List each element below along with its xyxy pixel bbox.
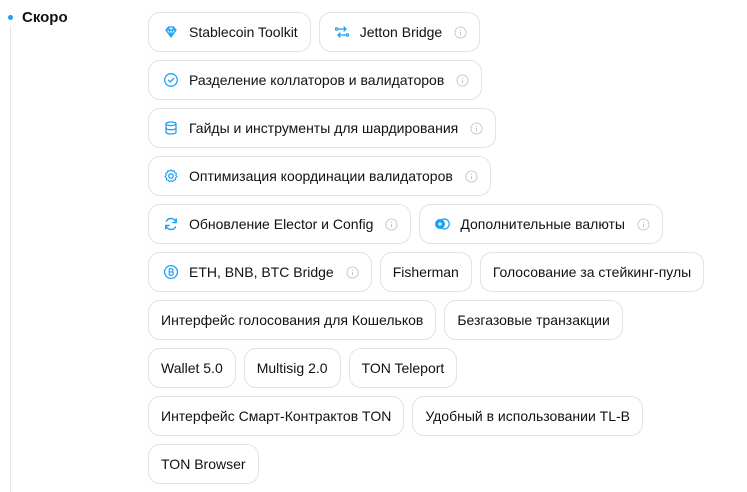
chip-row: Интерфейс Смарт-Контрактов TON Удобный в… — [148, 396, 743, 436]
chip-row: Гайды и инструменты для шардирования — [148, 108, 743, 148]
chip-label: Оптимизация координации валидаторов — [189, 168, 453, 184]
chip-wallet-voting-interface[interactable]: Интерфейс голосования для Кошельков — [148, 300, 437, 340]
chip-label: Wallet 5.0 — [161, 360, 223, 376]
chip-label: Обновление Elector и Config — [189, 216, 374, 232]
bridge-icon — [334, 24, 350, 40]
chip-elector-config[interactable]: Обновление Elector и Config — [148, 204, 412, 244]
info-icon[interactable] — [385, 217, 398, 231]
info-icon[interactable] — [454, 25, 467, 39]
chip-multisig-2[interactable]: Multisig 2.0 — [243, 348, 341, 388]
check-circle-icon — [163, 72, 179, 88]
chip-row: Обновление Elector и Config Дополнительн… — [148, 204, 743, 244]
chip-label: Дополнительные валюты — [460, 216, 625, 232]
chip-jetton-bridge[interactable]: Jetton Bridge — [318, 12, 481, 52]
chip-eth-bnb-btc-bridge[interactable]: ETH, BNB, BTC Bridge — [148, 252, 372, 292]
info-icon[interactable] — [456, 73, 469, 87]
info-icon[interactable] — [637, 217, 650, 231]
chip-label: Интерфейс Смарт-Контрактов TON — [161, 408, 392, 424]
chip-wallet-5[interactable]: Wallet 5.0 — [148, 348, 236, 388]
chip-label: Stablecoin Toolkit — [189, 24, 298, 40]
chip-fisherman[interactable]: Fisherman — [379, 252, 472, 292]
diamond-icon — [163, 24, 179, 40]
chip-label: Удобный в использовании TL-B — [425, 408, 630, 424]
gear-icon — [163, 168, 179, 184]
database-icon — [163, 120, 179, 136]
info-icon[interactable] — [346, 265, 359, 279]
refresh-icon — [163, 216, 179, 232]
chip-label: TON Teleport — [361, 360, 445, 376]
timeline-dot — [8, 15, 13, 20]
chip-row: TON Browser — [148, 444, 743, 484]
chip-collators[interactable]: Разделение коллаторов и валидаторов — [148, 60, 483, 100]
chip-label: ETH, BNB, BTC Bridge — [189, 264, 334, 280]
chip-row: Wallet 5.0 Multisig 2.0 TON Teleport — [148, 348, 743, 388]
chip-ton-browser[interactable]: TON Browser — [148, 444, 259, 484]
chip-label: Multisig 2.0 — [256, 360, 328, 376]
chip-label: TON Browser — [161, 456, 246, 472]
chip-gasless-transactions[interactable]: Безгазовые транзакции — [444, 300, 623, 340]
chip-label: Fisherman — [392, 264, 459, 280]
chip-row: ETH, BNB, BTC Bridge Fisherman Голосован… — [148, 252, 743, 292]
chip-label: Безгазовые транзакции — [457, 312, 610, 328]
chip-row: Интерфейс голосования для Кошельков Безг… — [148, 300, 743, 340]
section-title: Скоро — [22, 9, 68, 26]
chip-stablecoin-toolkit[interactable]: Stablecoin Toolkit — [148, 12, 311, 52]
chip-label: Интерфейс голосования для Кошельков — [161, 312, 424, 328]
chip-label: Гайды и инструменты для шардирования — [189, 120, 459, 136]
chip-label: Jetton Bridge — [359, 24, 443, 40]
bitcoin-icon — [163, 264, 179, 280]
chip-extra-currencies[interactable]: Дополнительные валюты — [419, 204, 663, 244]
chip-row: Stablecoin Toolkit Jetton Bridge — [148, 12, 743, 52]
chip-row: Разделение коллаторов и валидаторов — [148, 60, 743, 100]
chip-smart-contract-interface[interactable]: Интерфейс Смарт-Контрактов TON — [148, 396, 405, 436]
coins-icon — [434, 216, 451, 232]
chip-tlb[interactable]: Удобный в использовании TL-B — [412, 396, 643, 436]
info-icon[interactable] — [470, 121, 483, 135]
chip-sharding[interactable]: Гайды и инструменты для шардирования — [148, 108, 497, 148]
roadmap-chip-list: Stablecoin Toolkit Jetton Bridge Разделе… — [148, 12, 743, 492]
chip-label: Разделение коллаторов и валидаторов — [189, 72, 445, 88]
chip-row: Оптимизация координации валидаторов — [148, 156, 743, 196]
chip-validator-coordination[interactable]: Оптимизация координации валидаторов — [148, 156, 491, 196]
chip-staking-pool-voting[interactable]: Голосование за стейкинг-пулы — [479, 252, 705, 292]
info-icon[interactable] — [465, 169, 478, 183]
chip-label: Голосование за стейкинг-пулы — [492, 264, 692, 280]
timeline-rail — [10, 26, 11, 492]
chip-ton-teleport[interactable]: TON Teleport — [348, 348, 458, 388]
